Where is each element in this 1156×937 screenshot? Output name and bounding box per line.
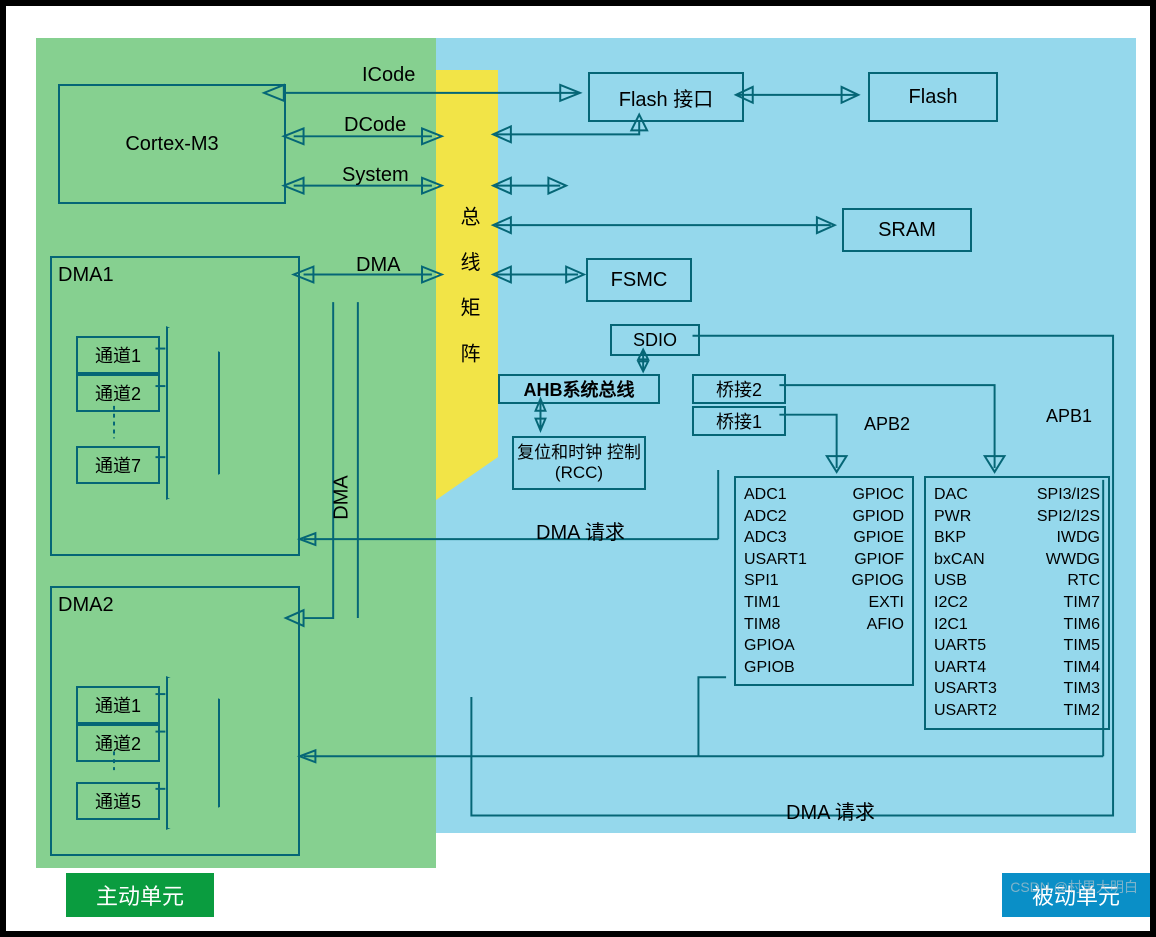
peripheral-item: I2C2 <box>934 592 997 614</box>
peripheral-item: BKP <box>934 527 997 549</box>
dcode-label: DCode <box>344 114 406 137</box>
fsmc-block: FSMC <box>586 258 692 302</box>
dma-vertical-label: DMA <box>331 475 354 519</box>
dma1-channel-2: 通道2 <box>76 374 160 412</box>
peripheral-item: GPIOF <box>852 549 904 571</box>
peripheral-item: TIM7 <box>1037 592 1100 614</box>
flash-block: Flash <box>868 72 998 122</box>
peripheral-item: TIM3 <box>1037 678 1100 700</box>
bus-matrix-label: 总 线 矩 阵 <box>454 206 483 373</box>
flash-interface-block: Flash 接口 <box>588 72 744 122</box>
peripheral-item: ADC3 <box>744 527 807 549</box>
bridge2-block: 桥接2 <box>692 374 786 404</box>
dma1-channel-1: 通道1 <box>76 336 160 374</box>
peripheral-item: DAC <box>934 484 997 506</box>
cortex-m3-label: Cortex-M3 <box>125 133 218 156</box>
apb1-peripherals: DACPWRBKPbxCANUSBI2C2I2C1UART5UART4USART… <box>924 476 1110 730</box>
dma2-mux <box>166 676 220 830</box>
peripheral-item: EXTI <box>852 592 904 614</box>
dma1-mux <box>166 326 220 500</box>
peripheral-item: TIM5 <box>1037 635 1100 657</box>
peripheral-item: IWDG <box>1037 527 1100 549</box>
icode-label: ICode <box>362 64 415 87</box>
peripheral-item: TIM8 <box>744 614 807 636</box>
peripheral-item: SPI2/I2S <box>1037 506 1100 528</box>
peripheral-item: TIM6 <box>1037 614 1100 636</box>
watermark-text: CSDN @村里大明白 <box>1010 877 1138 897</box>
peripheral-item: TIM2 <box>1037 700 1100 722</box>
dma2-channel-5: 通道5 <box>76 782 160 820</box>
apb1-label: APB1 <box>1046 406 1092 427</box>
dma-request-1-label: DMA 请求 <box>536 516 625 545</box>
sdio-block: SDIO <box>610 324 700 356</box>
peripheral-item: TIM1 <box>744 592 807 614</box>
peripheral-item: RTC <box>1037 570 1100 592</box>
peripheral-item: USART2 <box>934 700 997 722</box>
peripheral-item: ADC2 <box>744 506 807 528</box>
system-label: System <box>342 164 409 187</box>
peripheral-item: GPIOD <box>852 506 904 528</box>
dma2-channel-1: 通道1 <box>76 686 160 724</box>
peripheral-item: SPI3/I2S <box>1037 484 1100 506</box>
peripheral-item: GPIOG <box>852 570 904 592</box>
apb2-label: APB2 <box>864 414 910 435</box>
cortex-m3-block: Cortex-M3 <box>58 84 286 204</box>
peripheral-item: USART1 <box>744 549 807 571</box>
peripheral-item: UART4 <box>934 657 997 679</box>
dma2-channel-2: 通道2 <box>76 724 160 762</box>
apb2-peripherals: ADC1ADC2ADC3USART1SPI1TIM1TIM8GPIOAGPIOB… <box>734 476 914 686</box>
peripheral-item: GPIOA <box>744 635 807 657</box>
peripheral-item: GPIOB <box>744 657 807 679</box>
peripheral-item: SPI1 <box>744 570 807 592</box>
ahb-block: AHB系统总线 <box>498 374 660 404</box>
diagram-canvas: 总 线 矩 阵 Cortex-M3 DMA1 通道1 通道2 通道7 DMA2 … <box>0 0 1156 937</box>
rcc-label: 复位和时钟 控制(RCC) <box>514 443 644 484</box>
peripheral-item: PWR <box>934 506 997 528</box>
rcc-block: 复位和时钟 控制(RCC) <box>512 436 646 490</box>
peripheral-item: USB <box>934 570 997 592</box>
peripheral-item: bxCAN <box>934 549 997 571</box>
peripheral-item: AFIO <box>852 614 904 636</box>
sram-block: SRAM <box>842 208 972 252</box>
dma-label: DMA <box>356 254 400 277</box>
peripheral-item: USART3 <box>934 678 997 700</box>
peripheral-item: GPIOE <box>852 527 904 549</box>
peripheral-item: TIM4 <box>1037 657 1100 679</box>
peripheral-item: GPIOC <box>852 484 904 506</box>
dma1-label: DMA1 <box>58 264 114 287</box>
dma-request-2-label: DMA 请求 <box>786 796 875 825</box>
active-unit-label: 主动单元 <box>66 873 214 917</box>
peripheral-item: UART5 <box>934 635 997 657</box>
peripheral-item: I2C1 <box>934 614 997 636</box>
peripheral-item: ADC1 <box>744 484 807 506</box>
dma2-label: DMA2 <box>58 594 114 617</box>
bridge1-block: 桥接1 <box>692 406 786 436</box>
dma1-channel-7: 通道7 <box>76 446 160 484</box>
peripheral-item: WWDG <box>1037 549 1100 571</box>
